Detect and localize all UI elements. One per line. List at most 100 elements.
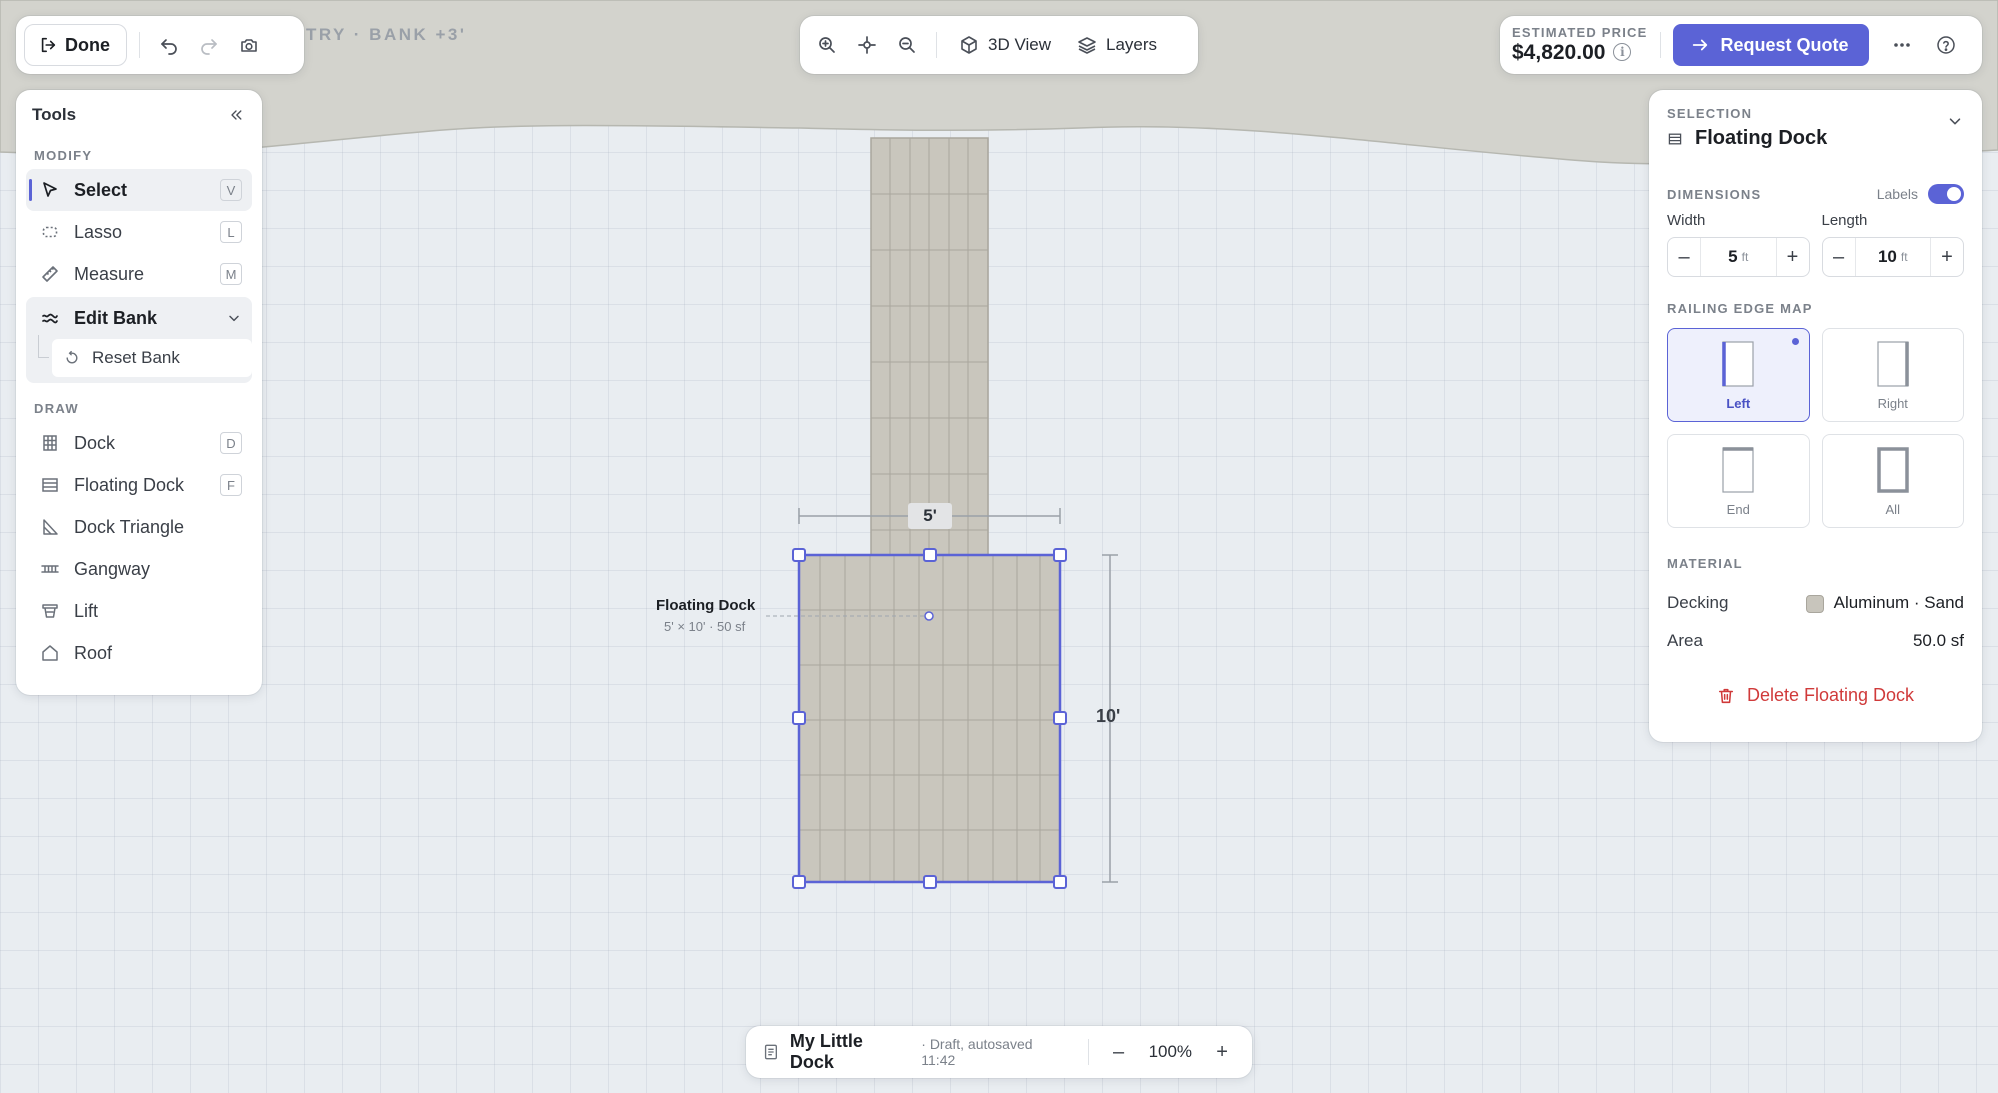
railing-option-label: All [1885,501,1900,517]
view-3d-label: 3D View [988,35,1051,54]
reset-icon [66,350,78,364]
crosshair-icon [858,36,876,54]
project-bar: My Little Dock · Draft, autosaved 11:42 … [746,1026,1252,1078]
shortcut-key: L [220,221,242,243]
chevron-down-icon[interactable] [226,310,242,326]
tool-measure[interactable]: Measure M [26,253,252,295]
more-icon [1893,43,1910,47]
edit-bank-group: Edit Bank Reset Bank [26,297,252,383]
length-decrement-button[interactable]: – [1823,238,1855,276]
zoom-in-icon [819,37,835,53]
dimension-inputs: Width – 5 ft + Length – 10 ft + [1667,212,1964,277]
railing-option-label: End [1726,501,1750,517]
zoom-out-button[interactable]: – [1105,1041,1133,1064]
area-value: 50.0 sf [1912,631,1964,650]
help-icon [1936,36,1955,54]
lift-icon [42,604,58,618]
delete-floating-dock-button[interactable]: Delete Floating Dock [1667,685,1964,706]
tool-lift[interactable]: Lift [26,590,252,632]
railing-right-icon [1877,340,1909,387]
tools-header: Tools [26,102,252,128]
floating-dock-icon [42,478,58,492]
zoom-in-button[interactable] [810,28,844,62]
camera-icon [241,39,257,52]
divider [1659,32,1661,58]
help-button[interactable] [1929,28,1963,62]
tool-reset-bank[interactable]: Reset Bank [38,335,252,377]
tool-dock[interactable]: Dock D [26,422,252,464]
labels-toggle-row: Labels [1877,184,1964,204]
tool-dock-triangle[interactable]: Dock Triangle [26,506,252,548]
redo-icon [201,39,217,55]
undo-icon [161,39,177,55]
more-button[interactable] [1885,28,1919,62]
railing-label: RAILING EDGE MAP [1667,301,1813,316]
tools-title: Tools [32,105,77,124]
chevron-down-icon[interactable] [1946,112,1964,130]
redo-button[interactable] [192,28,226,62]
request-quote-button[interactable]: Request Quote [1672,24,1869,66]
cursor-icon [43,182,57,197]
layers-button[interactable]: Layers [1067,26,1167,64]
price-value: $4,820.00 [1512,40,1606,64]
tool-label: Dock Triangle [74,516,185,537]
length-unit: ft [1900,250,1908,264]
exit-icon [41,37,56,53]
material-swatch [1805,594,1824,613]
tool-gangway[interactable]: Gangway [26,548,252,590]
info-icon[interactable]: i [1613,43,1632,62]
autosave-status: · Draft, autosaved 11:42 [921,1036,1033,1068]
railing-edge-map: Left Right End All [1667,328,1964,528]
width-decrement-button[interactable]: – [1668,238,1700,276]
screenshot-button[interactable] [232,28,266,62]
length-value-field[interactable]: 10 ft [1854,238,1931,276]
cube-icon [961,36,977,54]
tool-select[interactable]: Select V [26,169,252,211]
railing-option-all[interactable]: All [1821,434,1964,528]
railing-option-end[interactable]: End [1667,434,1810,528]
top-right-toolbar: ESTIMATED PRICE $4,820.00 i Request Quot… [1500,16,1982,74]
collapse-panel-button[interactable] [224,103,248,127]
tool-floating-dock[interactable]: Floating Dock F [26,464,252,506]
decking-row[interactable]: Decking Aluminum · Sand [1667,593,1964,613]
divider [139,32,140,58]
document-icon [764,1044,777,1060]
tool-label: Measure [74,263,145,284]
width-group: Width – 5 ft + [1667,212,1810,277]
railing-option-label: Left [1726,395,1751,411]
done-label: Done [65,34,110,55]
tool-lasso[interactable]: Lasso L [26,211,252,253]
labels-toggle[interactable] [1928,184,1964,204]
floating-dock-selected[interactable] [797,553,1062,884]
floating-dock-icon [1668,133,1682,144]
tool-edit-bank[interactable]: Edit Bank [26,297,252,339]
center-handle [924,611,934,621]
shortcut-key: V [220,179,242,201]
width-value-field[interactable]: 5 ft [1700,238,1777,276]
zoom-in-button[interactable]: + [1208,1041,1236,1064]
width-increment-button[interactable]: + [1777,238,1809,276]
undo-button[interactable] [152,28,186,62]
view-3d-button[interactable]: 3D View [949,26,1061,64]
done-button[interactable]: Done [24,24,127,66]
wave-icon [42,313,58,324]
recenter-button[interactable] [850,28,884,62]
width-value: 5 [1728,247,1738,266]
trash-icon [1718,688,1734,703]
gangway-icon [41,565,59,573]
railing-option-label: Right [1877,395,1908,411]
estimated-price: ESTIMATED PRICE $4,820.00 i [1512,25,1648,64]
length-increment-button[interactable]: + [1931,238,1963,276]
fixed-dock[interactable] [870,137,989,557]
reset-bank-label: Reset Bank [92,348,180,367]
railing-option-left[interactable]: Left [1667,328,1810,422]
material-label: MATERIAL [1667,556,1743,571]
zoom-out-button[interactable] [890,28,924,62]
railing-option-right[interactable]: Right [1821,328,1964,422]
project-name[interactable]: My Little Dock [790,1031,911,1073]
tool-label: Floating Dock [74,474,185,495]
tool-label: Dock [74,432,116,453]
tool-roof[interactable]: Roof [26,632,252,674]
zoom-out-icon [899,37,915,53]
price-value-row: $4,820.00 i [1512,41,1648,64]
